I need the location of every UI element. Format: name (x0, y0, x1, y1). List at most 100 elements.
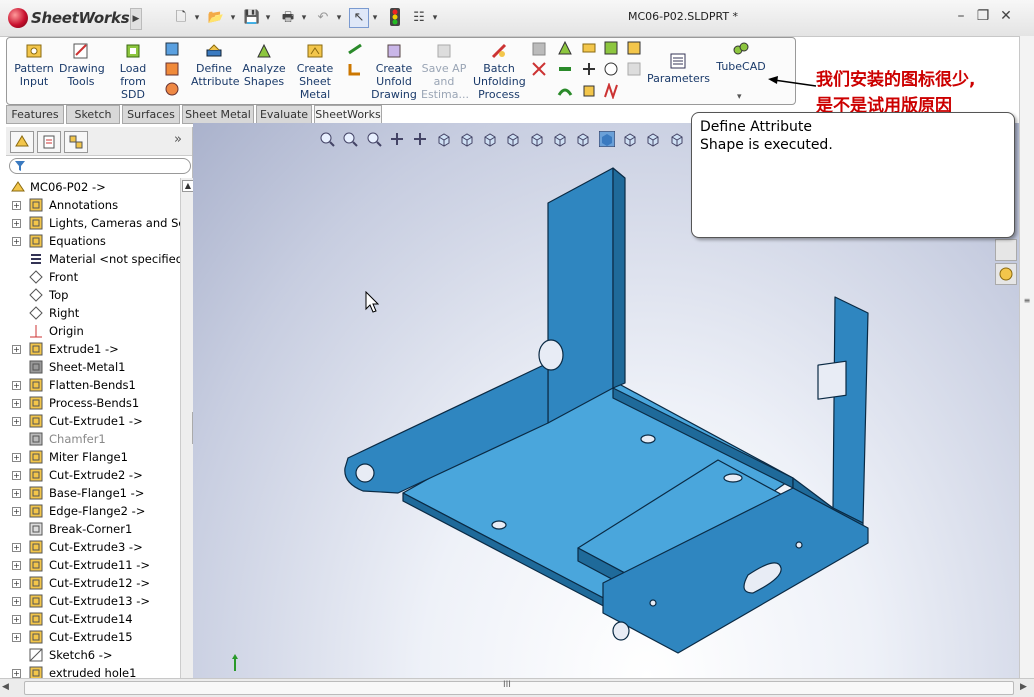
tree-item-origin[interactable]: Origin (6, 322, 184, 340)
small-tool-7-icon[interactable] (531, 61, 547, 77)
tree-item-cut-extrude1[interactable]: + Cut-Extrude1 -> (6, 412, 184, 430)
drawing-tools-button[interactable]: Drawing Tools (59, 42, 105, 88)
tree-item-process-bends1[interactable]: + Process-Bends1 (6, 394, 184, 412)
tree-item-cut-extrude15[interactable]: + Cut-Extrude15 (6, 628, 184, 646)
tree-item-break-corner1[interactable]: Break-Corner1 (6, 520, 184, 538)
small-tool-16-icon[interactable] (557, 83, 573, 99)
expand-toggle-icon[interactable]: + (12, 489, 21, 498)
scroll-right-icon[interactable]: ▶ (1020, 682, 1027, 692)
expand-toggle-icon[interactable]: + (12, 471, 21, 480)
print-dropdown-icon[interactable]: ▾ (300, 8, 308, 28)
select-cursor-icon[interactable]: ↖ (349, 8, 369, 28)
analyze-shapes-button[interactable]: Analyze Shapes (242, 42, 286, 88)
expand-toggle-icon[interactable]: + (12, 399, 21, 408)
options-list-icon[interactable]: ☷ (410, 8, 428, 28)
print-icon[interactable]: 🖶 (279, 8, 297, 28)
vertical-scroll-grip-icon[interactable]: ≡ (1022, 296, 1032, 306)
expand-toggle-icon[interactable]: + (12, 633, 21, 642)
tree-item-cut-extrude3[interactable]: + Cut-Extrude3 -> (6, 538, 184, 556)
tree-item-sketch6[interactable]: Sketch6 -> (6, 646, 184, 664)
small-tool-11-icon[interactable] (626, 40, 642, 56)
tab-surfaces[interactable]: Surfaces (122, 105, 180, 124)
task-pane-view-palette-icon[interactable] (995, 239, 1017, 261)
pattern-input-button[interactable]: Pattern Input (13, 42, 55, 88)
expand-toggle-icon[interactable]: + (12, 345, 21, 354)
tree-item-chamfer1[interactable]: Chamfer1 (6, 430, 184, 448)
expand-toggle-icon[interactable]: + (12, 417, 21, 426)
tree-item-right[interactable]: Right (6, 304, 184, 322)
small-tool-13-icon[interactable] (581, 61, 597, 77)
tree-item-sheet-metal1[interactable]: Sheet-Metal1 (6, 358, 184, 376)
create-sheet-metal-button[interactable]: Create Sheet Metal ... (293, 42, 337, 114)
scroll-left-icon[interactable]: ◀ (2, 682, 9, 692)
tree-item-base-flange1[interactable]: + Base-Flange1 -> (6, 484, 184, 502)
small-tool-15-icon[interactable] (626, 61, 642, 77)
small-tool-8-icon[interactable] (557, 40, 573, 56)
options-dropdown-icon[interactable]: ▾ (431, 8, 439, 28)
small-tool-4-icon[interactable] (347, 41, 363, 57)
expand-toggle-icon[interactable]: + (12, 615, 21, 624)
small-tool-9-icon[interactable] (581, 40, 597, 56)
tree-item-top[interactable]: Top (6, 286, 184, 304)
tab-sketch[interactable]: Sketch (66, 105, 120, 124)
small-tool-18-icon[interactable] (603, 81, 619, 101)
expand-toggle-icon[interactable]: + (12, 237, 21, 246)
select-dropdown-icon[interactable]: ▾ (371, 8, 379, 28)
tree-item-extruded-hole1[interactable]: + extruded hole1 (6, 664, 184, 678)
tree-item-edge-flange2[interactable]: + Edge-Flange2 -> (6, 502, 184, 520)
expand-toggle-icon[interactable]: + (12, 201, 21, 210)
expand-toggle-icon[interactable]: + (12, 543, 21, 552)
define-attribute-button[interactable]: Define Attribute (191, 42, 240, 88)
panel-expand-chevron-icon[interactable]: » (174, 132, 182, 147)
expand-toggle-icon[interactable]: + (12, 561, 21, 570)
feature-manager-tab-icon[interactable] (10, 131, 34, 153)
tree-item-equations[interactable]: + Equations (6, 232, 184, 250)
expand-toggle-icon[interactable]: + (12, 219, 21, 228)
parameters-button[interactable]: Parameters (647, 52, 710, 85)
tab-evaluate[interactable]: Evaluate (256, 105, 312, 124)
ribbon-expand-icon[interactable]: ▾ (737, 92, 742, 102)
open-folder-icon[interactable]: 📂 (207, 8, 225, 28)
tree-item-annotations[interactable]: + Annotations (6, 196, 184, 214)
small-tool-6-icon[interactable] (531, 41, 547, 57)
undo-icon[interactable]: ↶ (314, 8, 332, 28)
tree-item-front[interactable]: Front (6, 268, 184, 286)
small-tool-2-icon[interactable] (164, 61, 180, 77)
expand-toggle-icon[interactable]: + (12, 669, 21, 678)
batch-unfolding-process-button[interactable]: Batch Unfolding Process (473, 42, 526, 101)
tree-item-lights-cameras-and-sce[interactable]: + Lights, Cameras and Sce (6, 214, 184, 232)
task-pane-appearances-icon[interactable] (995, 263, 1017, 285)
save-icon[interactable]: 💾 (243, 8, 261, 28)
tree-item-cut-extrude11[interactable]: + Cut-Extrude11 -> (6, 556, 184, 574)
small-tool-14-icon[interactable] (603, 61, 619, 77)
undo-dropdown-icon[interactable]: ▾ (335, 8, 343, 28)
close-button[interactable]: ✕ (997, 6, 1015, 26)
new-dropdown-icon[interactable]: ▾ (193, 8, 201, 28)
feature-filter-input[interactable] (9, 158, 191, 174)
small-tool-3-icon[interactable] (164, 81, 180, 97)
create-unfold-drawing-button[interactable]: Create Unfold Drawing (371, 42, 417, 101)
tab-sheet-metal[interactable]: Sheet Metal (182, 105, 254, 124)
save-dropdown-icon[interactable]: ▾ (264, 8, 272, 28)
expand-toggle-icon[interactable]: + (12, 381, 21, 390)
tab-features[interactable]: Features (6, 105, 64, 124)
app-logo[interactable]: SheetWorks (8, 5, 130, 31)
small-tool-10-icon[interactable] (603, 40, 619, 56)
tree-item-material-not-specified[interactable]: Material <not specified> (6, 250, 184, 268)
tree-item-cut-extrude12[interactable]: + Cut-Extrude12 -> (6, 574, 184, 592)
small-tool-5-icon[interactable] (347, 61, 363, 77)
tree-item-cut-extrude13[interactable]: + Cut-Extrude13 -> (6, 592, 184, 610)
restore-button[interactable]: ❐ (974, 6, 992, 26)
tab-sheetworks[interactable]: SheetWorks (314, 105, 382, 124)
expand-toggle-icon[interactable]: + (12, 579, 21, 588)
configuration-manager-tab-icon[interactable] (64, 131, 88, 153)
tubecad-button[interactable]: TubeCAD (715, 40, 767, 73)
menu-expand-icon[interactable]: ▶ (130, 8, 142, 30)
small-tool-17-icon[interactable] (581, 83, 597, 99)
tree-item-cut-extrude14[interactable]: + Cut-Extrude14 (6, 610, 184, 628)
horizontal-scroll-thumb[interactable]: III (24, 680, 1014, 695)
tree-item-extrude1[interactable]: + Extrude1 -> (6, 340, 184, 358)
tree-item-cut-extrude2[interactable]: + Cut-Extrude2 -> (6, 466, 184, 484)
small-tool-1-icon[interactable] (164, 41, 180, 57)
vertical-scrollbar[interactable]: ≡ (1019, 36, 1034, 678)
